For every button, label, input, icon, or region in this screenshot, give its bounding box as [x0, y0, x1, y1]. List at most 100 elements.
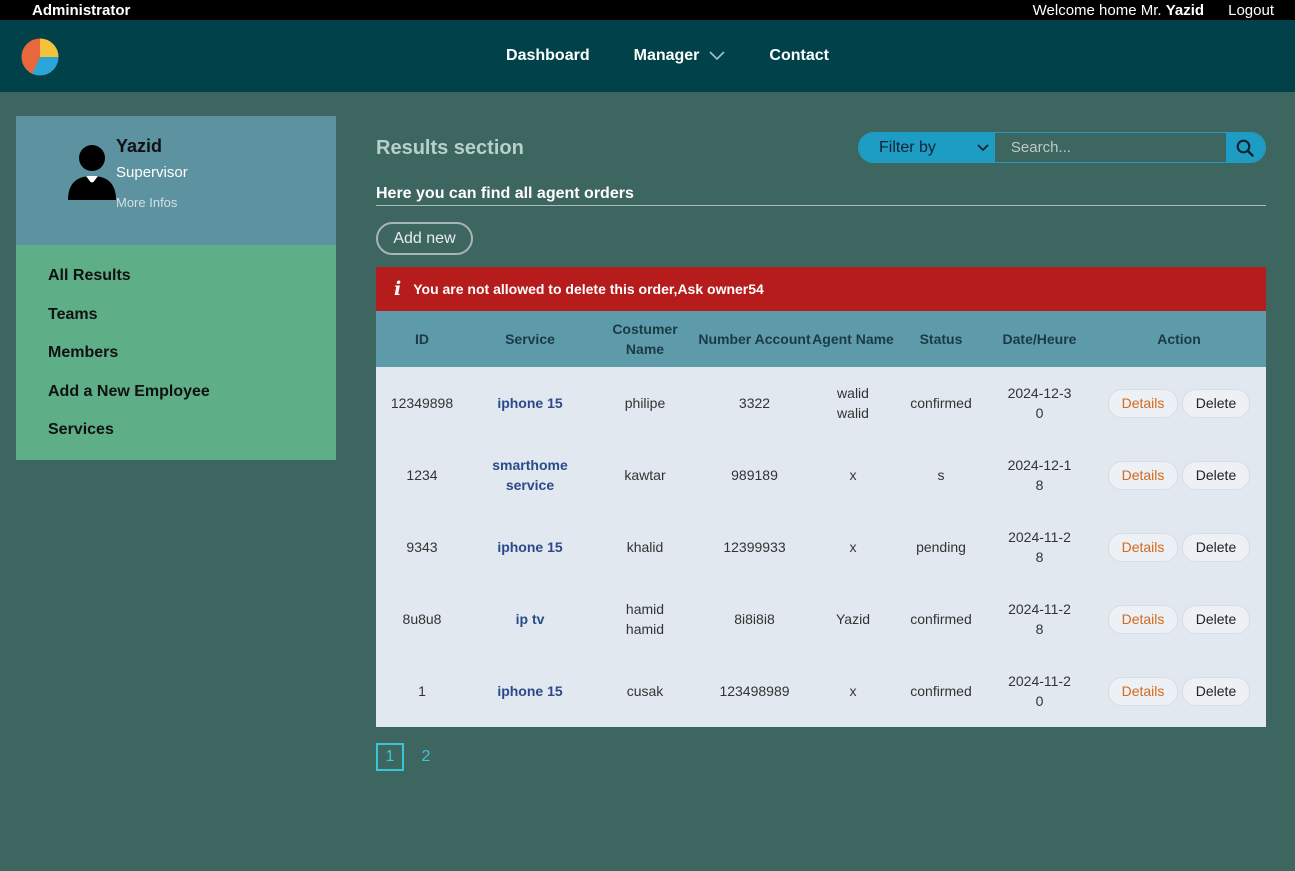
- cell-date: 2024-11-28: [1008, 601, 1071, 637]
- cell-action: Details Delete: [1092, 511, 1266, 583]
- sidebar-item-services[interactable]: Services: [16, 411, 336, 450]
- cell-account: 8i8i8i8: [734, 611, 775, 627]
- cell-status: pending: [916, 539, 966, 555]
- nav-item-label: Contact: [769, 47, 829, 64]
- details-button[interactable]: Details: [1108, 388, 1178, 418]
- error-alert: i You are not allowed to delete this ord…: [376, 267, 1266, 311]
- sidebar-item-label: Add a New Employee: [48, 382, 210, 400]
- nav-item-contact[interactable]: Contact: [769, 47, 829, 65]
- cell-service[interactable]: iphone 15: [468, 367, 592, 439]
- table-row: 1234 smarthome service kawtar 989189 x s 2024-…: [376, 439, 1266, 511]
- info-icon: i: [394, 278, 402, 300]
- cell-date: 2024-12-18: [1007, 457, 1072, 493]
- user-avatar-icon: [68, 145, 116, 200]
- more-infos-link[interactable]: More Infos: [116, 195, 177, 210]
- sidebar-item-label: All Results: [48, 267, 131, 285]
- add-new-button[interactable]: Add new: [376, 222, 473, 255]
- page-link-1[interactable]: 1: [376, 743, 404, 771]
- alert-message: You are not allowed to delete this order…: [413, 281, 764, 297]
- nav-item-label: Dashboard: [506, 47, 590, 64]
- cell-agent: walid walid: [837, 385, 869, 421]
- sidebar-item-teams[interactable]: Teams: [16, 296, 336, 335]
- chevron-down-icon: [977, 143, 989, 151]
- row-actions: Details Delete: [1092, 532, 1266, 562]
- table-row: 1 iphone 15 cusak 123498989 x confirmed 2024-1…: [376, 655, 1266, 727]
- sidebar-item-all-results[interactable]: All Results: [16, 257, 336, 296]
- nav-item-manager[interactable]: Manager: [634, 47, 726, 65]
- row-actions: Details Delete: [1092, 676, 1266, 706]
- cell-status: confirmed: [910, 683, 972, 699]
- header-action: Action: [1157, 331, 1201, 347]
- cell-id: 1: [418, 683, 426, 699]
- delete-button[interactable]: Delete: [1182, 676, 1250, 706]
- header-date: Date/Heure: [1002, 331, 1077, 347]
- cell-action: Details Delete: [1092, 583, 1266, 655]
- cell-status: confirmed: [910, 395, 972, 411]
- cell-account: 989189: [731, 467, 778, 483]
- details-button[interactable]: Details: [1108, 460, 1178, 490]
- cell-service[interactable]: iphone 15: [468, 511, 592, 583]
- cell-date: 2024-11-28: [1008, 529, 1071, 565]
- profile-role: Supervisor: [116, 164, 188, 181]
- delete-button[interactable]: Delete: [1182, 604, 1250, 634]
- cell-service[interactable]: iphone 15: [468, 655, 592, 727]
- delete-button[interactable]: Delete: [1182, 532, 1250, 562]
- nav-menu: Dashboard Manager Contact: [506, 47, 829, 65]
- cell-agent: x: [849, 467, 857, 483]
- welcome-prefix: Welcome home Mr.: [1032, 1, 1162, 19]
- cell-service[interactable]: ip tv: [468, 583, 592, 655]
- top-bar: Administrator Welcome home Mr. Yazid Log…: [0, 0, 1295, 20]
- search-button[interactable]: [1225, 133, 1265, 162]
- logo-icon[interactable]: [20, 37, 60, 77]
- sidebar-item-add-employee[interactable]: Add a New Employee: [16, 373, 336, 412]
- details-button[interactable]: Details: [1108, 676, 1178, 706]
- sidebar-menu: All Results Teams Members Add a New Empl…: [16, 245, 336, 460]
- details-button[interactable]: Details: [1108, 532, 1178, 562]
- cell-service[interactable]: smarthome service: [468, 439, 592, 511]
- search-icon: [1237, 139, 1255, 157]
- sidebar-item-label: Members: [48, 344, 119, 362]
- details-button[interactable]: Details: [1108, 604, 1178, 634]
- cell-date: 2024-11-20: [1008, 673, 1071, 709]
- search-input[interactable]: [994, 133, 1226, 162]
- row-actions: Details Delete: [1092, 460, 1266, 490]
- welcome-message: Welcome home Mr. Yazid: [1033, 2, 1204, 19]
- sidebar-item-members[interactable]: Members: [16, 334, 336, 373]
- orders-table: ID Service Costumer Name Number Account …: [376, 311, 1266, 727]
- cell-account: 123498989: [719, 683, 790, 699]
- profile-card: Yazid Supervisor More Infos: [16, 116, 336, 245]
- sidebar-item-label: Teams: [48, 305, 98, 323]
- role-label: Administrator: [32, 1, 131, 19]
- page-title: Results section: [376, 137, 524, 159]
- divider: [376, 205, 1266, 206]
- sidebar: Yazid Supervisor More Infos All Results …: [16, 116, 336, 460]
- header-service: Service: [505, 331, 555, 347]
- header-id: ID: [415, 331, 429, 347]
- welcome-name: Yazid: [1165, 1, 1205, 19]
- header-status: Status: [919, 331, 963, 347]
- cell-account: 3322: [738, 395, 771, 411]
- top-bar-right: Welcome home Mr. Yazid Logout: [1033, 2, 1274, 19]
- header-customer: Costumer Name: [612, 321, 678, 357]
- row-actions: Details Delete: [1092, 604, 1266, 634]
- orders-table-wrapper: ID Service Costumer Name Number Account …: [376, 311, 1266, 727]
- cell-agent: x: [849, 539, 857, 555]
- chevron-down-icon: [709, 51, 725, 61]
- cell-action: Details Delete: [1092, 439, 1266, 511]
- cell-date: 2024-12-30: [1007, 385, 1072, 421]
- delete-button[interactable]: Delete: [1182, 388, 1250, 418]
- table-header: ID Service Costumer Name Number Account …: [376, 311, 1266, 367]
- nav-item-label: Manager: [633, 47, 700, 64]
- cell-customer: kawtar: [624, 467, 666, 483]
- section-subtitle: Here you can find all agent orders: [376, 185, 634, 202]
- header-account: Number Account: [698, 331, 811, 347]
- filter-select[interactable]: Filter by: [859, 133, 995, 162]
- cell-account: 12399933: [723, 539, 786, 555]
- table-row: 8u8u8 ip tv hamid hamid 8i8i8i8 Yazid confirm…: [376, 583, 1266, 655]
- delete-button[interactable]: Delete: [1182, 460, 1250, 490]
- cell-agent: Yazid: [836, 611, 870, 627]
- logout-link[interactable]: Logout: [1228, 2, 1274, 19]
- cell-customer: khalid: [626, 539, 664, 555]
- nav-item-dashboard[interactable]: Dashboard: [506, 47, 590, 65]
- page-link-2[interactable]: 2: [412, 743, 440, 771]
